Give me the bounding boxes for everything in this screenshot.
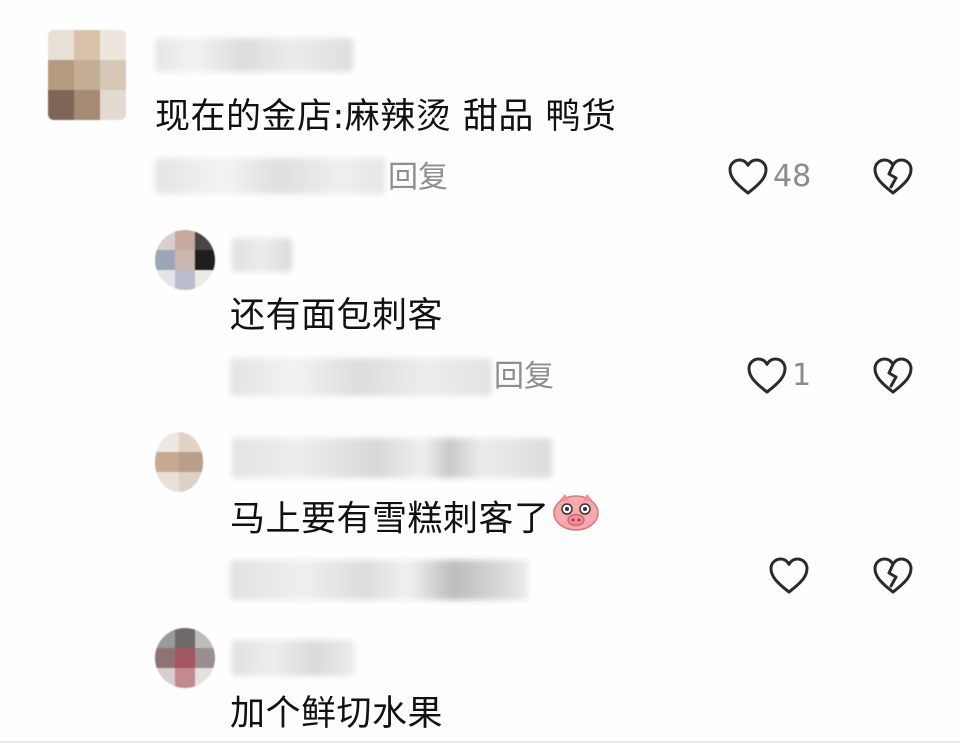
avatar[interactable] (155, 628, 215, 688)
like-count: 1 (792, 358, 812, 393)
username[interactable] (232, 238, 292, 272)
pig-face-emoji (552, 492, 600, 543)
reply-button[interactable]: 回复 (494, 359, 554, 395)
username[interactable] (232, 640, 354, 676)
broken-heart-outline-icon (873, 557, 913, 594)
comment-text: 还有面包刺客 (230, 296, 444, 336)
avatar[interactable] (155, 432, 203, 492)
reply-item: 加个鲜切水果 (0, 620, 960, 743)
heart-outline-icon (747, 357, 787, 394)
comment-item: 现在的金店:麻辣烫 甜品 鸭货 回复 48 (0, 0, 960, 210)
heart-outline-icon (728, 158, 768, 195)
avatar[interactable] (48, 30, 126, 120)
like-button[interactable]: 48 (727, 157, 811, 197)
username[interactable] (155, 38, 353, 72)
comment-text: 马上要有雪糕刺客了 (230, 492, 600, 546)
comment-meta (230, 560, 528, 600)
broken-heart-outline-icon (873, 357, 913, 394)
like-button[interactable]: 1 (746, 356, 811, 396)
dislike-button[interactable] (872, 157, 914, 201)
reply-button[interactable]: 回复 (388, 160, 448, 196)
avatar[interactable] (155, 230, 215, 290)
comment-text: 现在的金店:麻辣烫 甜品 鸭货 (155, 97, 617, 137)
broken-heart-outline-icon (873, 158, 913, 195)
comment-text-content: 马上要有雪糕刺客了 (230, 499, 550, 540)
dislike-button[interactable] (872, 556, 914, 600)
like-count: 48 (773, 159, 812, 194)
reply-item: 还有面包刺客 回复 1 (0, 210, 960, 420)
comment-meta (230, 358, 492, 396)
like-button[interactable] (768, 556, 810, 596)
comment-meta (155, 158, 385, 194)
comment-thread: 现在的金店:麻辣烫 甜品 鸭货 回复 48 还有面包刺客 回复 1 马上要有雪糕… (0, 0, 960, 743)
dislike-button[interactable] (872, 356, 914, 400)
heart-outline-icon (769, 557, 809, 594)
reply-item: 马上要有雪糕刺客了 (0, 420, 960, 620)
comment-text: 加个鲜切水果 (230, 694, 444, 734)
username[interactable] (232, 438, 552, 478)
